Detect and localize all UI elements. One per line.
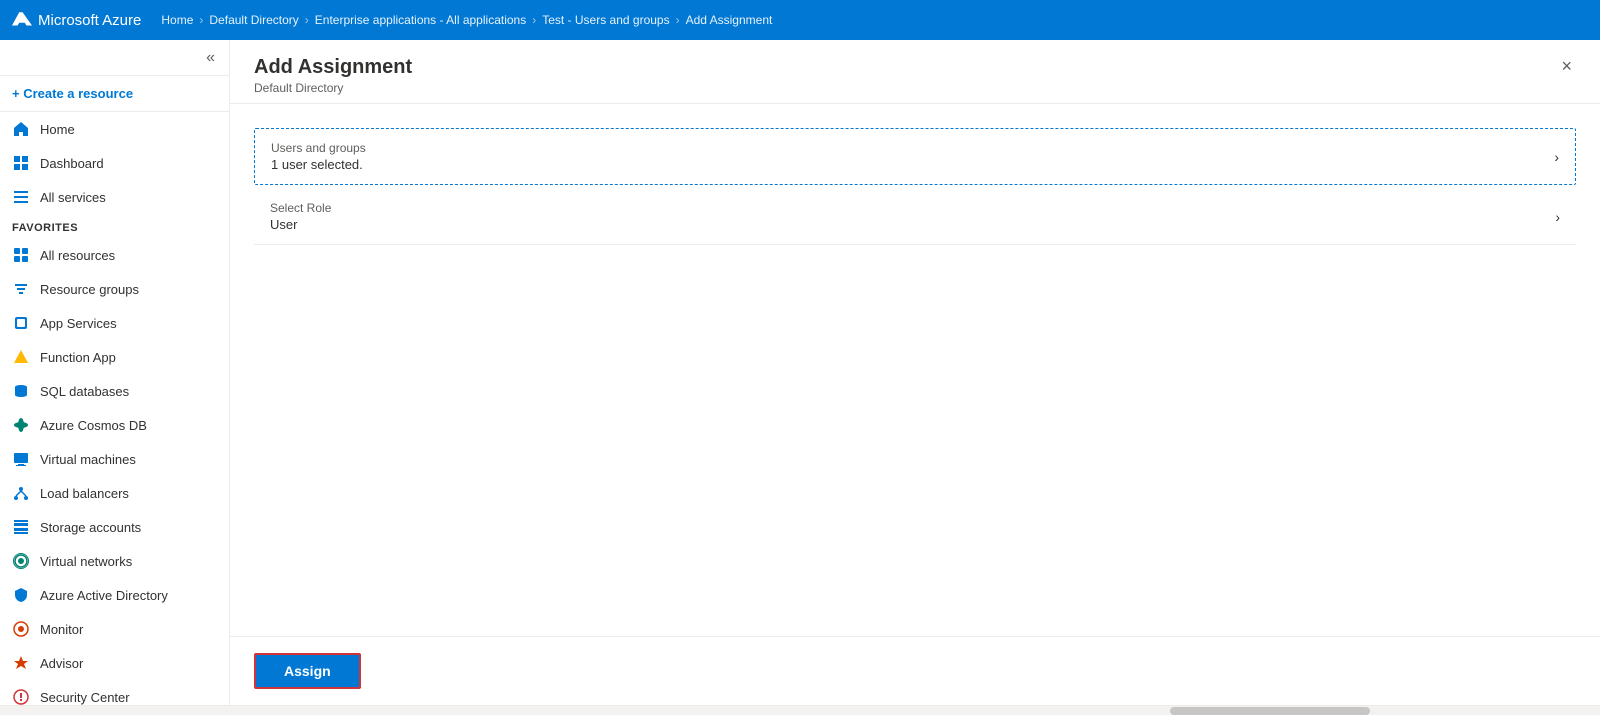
sidebar-label-virtual-networks: Virtual networks [40, 554, 132, 569]
users-groups-section[interactable]: Users and groups 1 user selected. › [254, 128, 1576, 185]
breadcrumb-current: Add Assignment [686, 13, 773, 27]
close-button[interactable]: × [1557, 52, 1576, 81]
sidebar-item-advisor[interactable]: Advisor [0, 646, 229, 680]
resource-groups-icon [12, 280, 30, 298]
top-bar: Microsoft Azure Home › Default Directory… [0, 0, 1600, 40]
sidebar-item-virtual-networks[interactable]: Virtual networks [0, 544, 229, 578]
panel-subtitle: Default Directory [254, 81, 412, 95]
sidebar-label-home: Home [40, 122, 75, 137]
main-panel: Add Assignment Default Directory × Users… [230, 40, 1600, 705]
breadcrumb: Home › Default Directory › Enterprise ap… [161, 13, 1588, 27]
panel-body: Users and groups 1 user selected. › Sele… [230, 104, 1600, 636]
advisor-icon [12, 654, 30, 672]
sidebar-scroll[interactable]: + Create a resource Home Dashboard [0, 76, 229, 705]
sidebar-label-app-services: App Services [40, 316, 117, 331]
sidebar-item-storage-accounts[interactable]: Storage accounts [0, 510, 229, 544]
sidebar-label-all-resources: All resources [40, 248, 115, 263]
breadcrumb-enterprise-apps[interactable]: Enterprise applications - All applicatio… [315, 13, 526, 27]
breadcrumb-home[interactable]: Home [161, 13, 193, 27]
sidebar-item-all-services[interactable]: All services [0, 180, 229, 214]
sidebar-item-sql-databases[interactable]: SQL databases [0, 374, 229, 408]
sql-icon [12, 382, 30, 400]
panel-header: Add Assignment Default Directory × [230, 40, 1600, 104]
create-resource-label: + Create a resource [12, 86, 133, 101]
sidebar-item-load-balancers[interactable]: Load balancers [0, 476, 229, 510]
bottom-scrollbar [0, 705, 1600, 715]
sidebar-item-virtual-machines[interactable]: Virtual machines [0, 442, 229, 476]
sidebar-item-resource-groups[interactable]: Resource groups [0, 272, 229, 306]
sidebar-item-all-resources[interactable]: All resources [0, 238, 229, 272]
security-icon [12, 688, 30, 705]
breadcrumb-test-users[interactable]: Test - Users and groups [542, 13, 669, 27]
sidebar-label-cosmos-db: Azure Cosmos DB [40, 418, 147, 433]
sidebar-label-storage-accounts: Storage accounts [40, 520, 141, 535]
app-services-icon [12, 314, 30, 332]
collapse-button[interactable]: « [202, 45, 219, 71]
sidebar-item-dashboard[interactable]: Dashboard [0, 146, 229, 180]
sidebar-item-cosmos-db[interactable]: Azure Cosmos DB [0, 408, 229, 442]
home-icon [12, 120, 30, 138]
users-groups-value: 1 user selected. [271, 157, 366, 172]
sidebar: « + Create a resource Home Dashboard [0, 40, 230, 705]
sidebar-item-azure-ad[interactable]: Azure Active Directory [0, 578, 229, 612]
vm-icon [12, 450, 30, 468]
sidebar-item-app-services[interactable]: App Services [0, 306, 229, 340]
sidebar-label-azure-ad: Azure Active Directory [40, 588, 168, 603]
select-role-section[interactable]: Select Role User › [254, 189, 1576, 245]
sidebar-label-advisor: Advisor [40, 656, 83, 671]
sidebar-label-sql-databases: SQL databases [40, 384, 129, 399]
sidebar-label-all-services: All services [40, 190, 106, 205]
vnet-icon [12, 552, 30, 570]
sidebar-item-security-center[interactable]: Security Center [0, 680, 229, 705]
bottom-scrollbar-thumb [1170, 707, 1370, 715]
function-app-icon [12, 348, 30, 366]
sidebar-item-function-app[interactable]: Function App [0, 340, 229, 374]
monitor-icon [12, 620, 30, 638]
sidebar-item-create-resource[interactable]: + Create a resource [0, 76, 229, 112]
sidebar-label-load-balancers: Load balancers [40, 486, 129, 501]
sidebar-label-resource-groups: Resource groups [40, 282, 139, 297]
users-groups-chevron: › [1554, 149, 1559, 165]
select-role-value: User [270, 217, 331, 232]
dashboard-icon [12, 154, 30, 172]
assign-button[interactable]: Assign [254, 653, 361, 689]
select-role-chevron: › [1555, 209, 1560, 225]
sidebar-item-home[interactable]: Home [0, 112, 229, 146]
azure-logo: Microsoft Azure [12, 10, 141, 30]
sidebar-label-monitor: Monitor [40, 622, 83, 637]
aad-icon [12, 586, 30, 604]
all-resources-icon [12, 246, 30, 264]
users-groups-label: Users and groups [271, 141, 366, 155]
sidebar-label-dashboard: Dashboard [40, 156, 104, 171]
storage-icon [12, 518, 30, 536]
list-icon [12, 188, 30, 206]
breadcrumb-default-directory[interactable]: Default Directory [209, 13, 298, 27]
panel-footer: Assign [230, 636, 1600, 705]
panel-title: Add Assignment [254, 56, 412, 79]
cosmos-icon [12, 416, 30, 434]
sidebar-item-monitor[interactable]: Monitor [0, 612, 229, 646]
lb-icon [12, 484, 30, 502]
sidebar-label-security-center: Security Center [40, 690, 130, 705]
select-role-label: Select Role [270, 201, 331, 215]
sidebar-label-virtual-machines: Virtual machines [40, 452, 136, 467]
sidebar-collapse: « [0, 40, 229, 76]
bottom-scrollbar-track [0, 707, 1370, 715]
sidebar-label-function-app: Function App [40, 350, 116, 365]
favorites-section: FAVORITES [0, 214, 229, 238]
